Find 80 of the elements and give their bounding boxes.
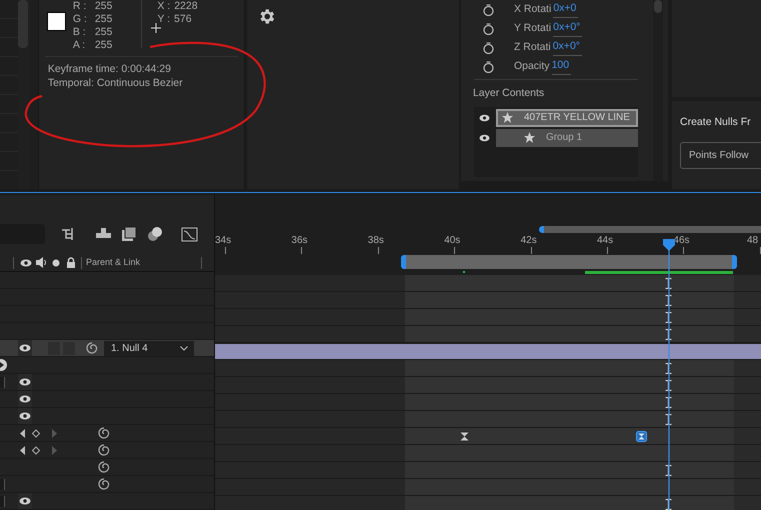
- property-label: Y Rotati: [514, 20, 552, 36]
- eye-icon[interactable]: [478, 114, 490, 122]
- layer-contents-item[interactable]: Group 1: [496, 128, 638, 147]
- keyframe[interactable]: [636, 431, 647, 442]
- panel-title: Layer Contents: [472, 86, 546, 101]
- scrollbar-thumb[interactable]: [654, 0, 662, 13]
- spiral-icon[interactable]: [86, 342, 98, 354]
- speaker-icon[interactable]: [36, 257, 47, 268]
- checkbox[interactable]: [0, 496, 5, 507]
- time-label: 42s: [520, 234, 537, 248]
- property-value[interactable]: 100: [552, 58, 572, 75]
- layer-contents-item[interactable]: 407ETR YELLOW LINE: [496, 108, 638, 127]
- channel-label: A :: [72, 39, 86, 52]
- channel-label: G :: [72, 13, 88, 26]
- coordinate-label: Y :: [157, 13, 170, 26]
- spiral-icon[interactable]: [98, 427, 110, 439]
- checkbox[interactable]: [0, 479, 5, 490]
- eye-icon[interactable]: [19, 344, 31, 352]
- eye-icon[interactable]: [478, 134, 490, 142]
- channel-value: 255: [94, 39, 112, 52]
- property-label: X Rotati: [514, 2, 552, 17]
- eye-icon[interactable]: [19, 395, 31, 403]
- star-icon: [502, 112, 513, 124]
- time-label: 36s: [291, 234, 308, 248]
- zoom-scrollbar[interactable]: [539, 226, 761, 233]
- property-label: Opacity: [514, 58, 550, 74]
- dot-icon[interactable]: [52, 258, 60, 267]
- chevron-down-icon[interactable]: [180, 346, 188, 351]
- eye-icon[interactable]: [19, 412, 31, 420]
- keyframe[interactable]: [459, 431, 470, 442]
- toggle-box[interactable]: [48, 342, 60, 355]
- keyframe-navigator-icon[interactable]: [20, 429, 58, 438]
- time-label: 40s: [444, 234, 460, 248]
- crosshair-icon: [151, 23, 162, 33]
- checkbox[interactable]: [0, 377, 5, 388]
- layer-row[interactable]: [0, 442, 214, 459]
- spiral-icon[interactable]: [98, 444, 110, 456]
- time-label: 48: [747, 234, 758, 248]
- coordinate-value: 576: [174, 13, 192, 26]
- color-swatch: [46, 12, 66, 31]
- channel-value: 255: [94, 0, 112, 13]
- layer-row[interactable]: 1. Null 4: [0, 340, 214, 357]
- playhead[interactable]: [662, 239, 676, 510]
- keyframe-info: Keyframe time: 0:00:44:29: [48, 62, 172, 76]
- channel-label: B :: [72, 26, 87, 39]
- coordinate-label: X :: [157, 0, 170, 13]
- stopwatch-icon[interactable]: [482, 60, 494, 72]
- coordinate-value: 2228: [174, 0, 198, 13]
- stopwatch-icon[interactable]: [482, 22, 494, 34]
- stopwatch-icon[interactable]: [482, 42, 494, 54]
- property-value[interactable]: 0x+0: [553, 1, 578, 18]
- property-value[interactable]: 0x+0°: [552, 39, 582, 56]
- property-label: Z Rotati: [514, 40, 551, 55]
- time-label: 38s: [368, 234, 384, 248]
- channel-value: 255: [94, 13, 112, 26]
- keyframe-navigator-icon[interactable]: [20, 446, 58, 455]
- lock-icon[interactable]: [66, 257, 76, 268]
- panel-title: Create Nulls Fr: [680, 115, 752, 130]
- channel-value: 255: [94, 26, 112, 39]
- eye-icon[interactable]: [19, 497, 31, 505]
- column-header[interactable]: Parent & Link: [86, 256, 140, 270]
- toggle-box[interactable]: [63, 342, 75, 355]
- cache-mark: [463, 271, 465, 273]
- star-icon: [524, 132, 535, 144]
- eye-icon[interactable]: [20, 258, 32, 267]
- time-label: 34s: [215, 234, 232, 248]
- eye-icon[interactable]: [19, 378, 31, 386]
- parent-dropdown[interactable]: 1. Null 4: [104, 341, 194, 356]
- graph-editor-icon[interactable]: [181, 226, 198, 242]
- channel-label: R :: [72, 0, 88, 13]
- stopwatch-icon[interactable]: [482, 4, 494, 16]
- keyframe-info: Temporal: Continuous Bezier: [48, 76, 184, 90]
- layer-row[interactable]: [0, 425, 214, 442]
- layers-circle-icon[interactable]: [147, 226, 163, 242]
- points-follow-button[interactable]: Points Follow: [680, 142, 761, 169]
- property-value[interactable]: 0x+0°: [553, 20, 582, 37]
- play-icon[interactable]: [0, 359, 9, 371]
- time-label: 44s: [597, 234, 614, 248]
- spiral-icon[interactable]: [98, 478, 110, 490]
- spiral-icon[interactable]: [98, 461, 110, 473]
